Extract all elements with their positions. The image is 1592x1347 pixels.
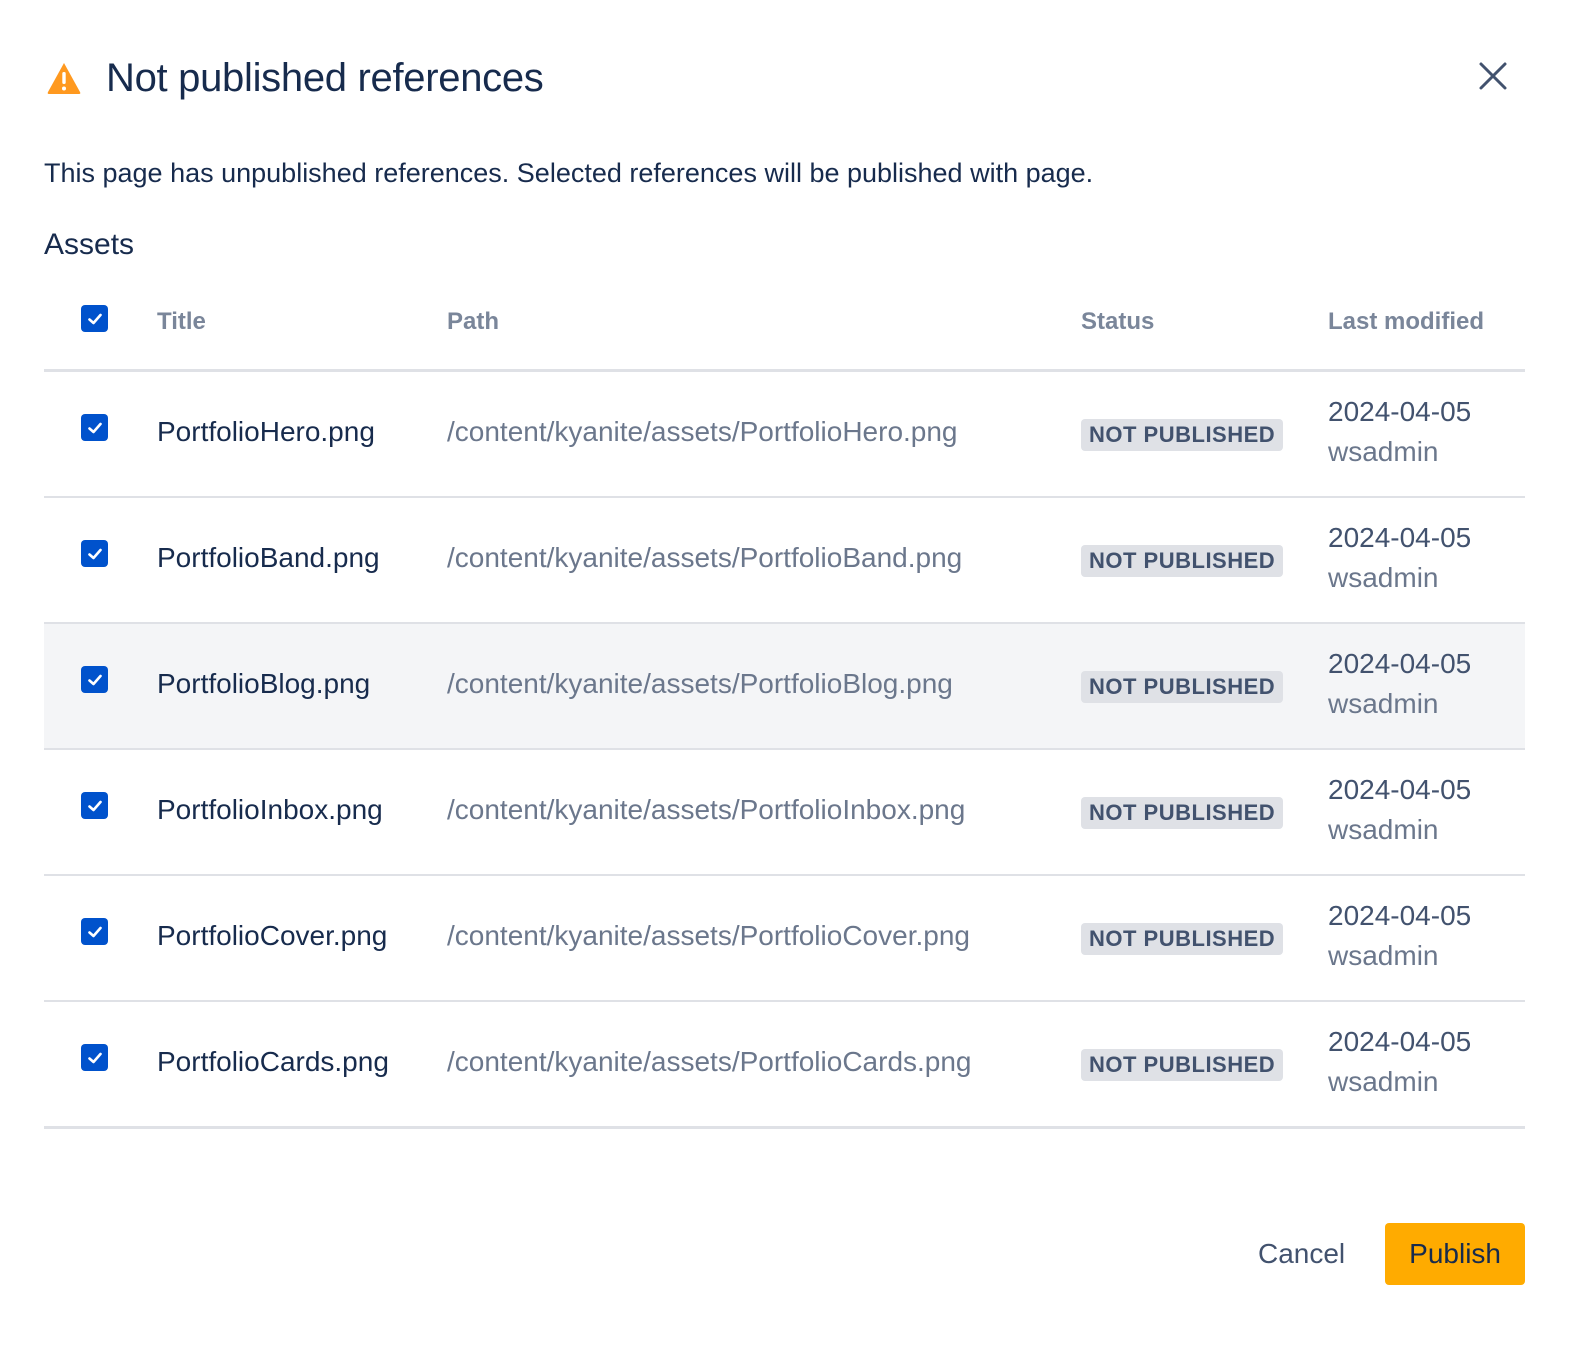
table-row[interactable]: PortfolioInbox.png /content/kyanite/asse… — [44, 750, 1525, 876]
dialog-header: Not published references — [44, 50, 544, 106]
warning-icon — [44, 58, 84, 98]
row-title: PortfolioHero.png — [157, 416, 375, 447]
table-row[interactable]: PortfolioBlog.png /content/kyanite/asset… — [44, 624, 1525, 750]
table-row[interactable]: PortfolioCards.png /content/kyanite/asse… — [44, 1002, 1525, 1129]
close-icon — [1478, 61, 1508, 96]
row-path: /content/kyanite/assets/PortfolioInbox.p… — [447, 794, 966, 825]
column-header-title[interactable]: Title — [157, 308, 206, 336]
row-checkbox[interactable] — [81, 918, 108, 945]
dialog-footer: Cancel Publish — [1238, 1223, 1525, 1285]
cancel-button[interactable]: Cancel — [1238, 1223, 1365, 1285]
check-icon — [87, 926, 102, 937]
check-icon — [87, 800, 102, 811]
check-icon — [87, 674, 102, 685]
row-path: /content/kyanite/assets/PortfolioCover.p… — [447, 920, 970, 951]
status-badge: NOT PUBLISHED — [1081, 419, 1284, 451]
check-icon — [87, 313, 102, 324]
status-badge: NOT PUBLISHED — [1081, 797, 1284, 829]
assets-section-title: Assets — [44, 228, 135, 261]
table-row[interactable]: PortfolioBand.png /content/kyanite/asset… — [44, 498, 1525, 624]
table-row[interactable]: PortfolioCover.png /content/kyanite/asse… — [44, 876, 1525, 1002]
row-modified-date: 2024-04-05 — [1328, 396, 1472, 427]
status-badge: NOT PUBLISHED — [1081, 671, 1284, 703]
row-path: /content/kyanite/assets/PortfolioCards.p… — [447, 1046, 972, 1077]
row-path: /content/kyanite/assets/PortfolioBlog.pn… — [447, 668, 953, 699]
row-modified-date: 2024-04-05 — [1328, 648, 1472, 679]
row-title: PortfolioBand.png — [157, 542, 380, 573]
row-modified-user: wsadmin — [1328, 814, 1439, 845]
table-header: Title Path Status Last modified — [44, 274, 1525, 372]
row-title: PortfolioCards.png — [157, 1046, 389, 1077]
column-header-status[interactable]: Status — [1081, 308, 1154, 336]
status-badge: NOT PUBLISHED — [1081, 545, 1284, 577]
row-title: PortfolioInbox.png — [157, 794, 383, 825]
check-icon — [87, 548, 102, 559]
row-checkbox[interactable] — [81, 414, 108, 441]
row-checkbox[interactable] — [81, 1044, 108, 1071]
row-path: /content/kyanite/assets/PortfolioHero.pn… — [447, 416, 958, 447]
row-checkbox[interactable] — [81, 666, 108, 693]
status-badge: NOT PUBLISHED — [1081, 1049, 1284, 1081]
row-checkbox[interactable] — [81, 540, 108, 567]
row-modified-date: 2024-04-05 — [1328, 1026, 1472, 1057]
row-path: /content/kyanite/assets/PortfolioBand.pn… — [447, 542, 963, 573]
table-row[interactable]: PortfolioHero.png /content/kyanite/asset… — [44, 372, 1525, 498]
status-badge: NOT PUBLISHED — [1081, 923, 1284, 955]
row-checkbox[interactable] — [81, 792, 108, 819]
column-header-last-modified[interactable]: Last modified — [1328, 308, 1484, 336]
close-button[interactable] — [1470, 55, 1516, 101]
check-icon — [87, 422, 102, 433]
publish-references-dialog: Not published references This page has u… — [0, 0, 1592, 1347]
select-all-checkbox[interactable] — [81, 305, 108, 332]
check-icon — [87, 1052, 102, 1063]
row-modified-user: wsadmin — [1328, 1066, 1439, 1097]
dialog-title: Not published references — [106, 55, 544, 100]
row-modified-user: wsadmin — [1328, 436, 1439, 467]
row-modified-user: wsadmin — [1328, 940, 1439, 971]
assets-table: Title Path Status Last modified Portfoli… — [44, 274, 1525, 1129]
dialog-description: This page has unpublished references. Se… — [44, 158, 1094, 188]
row-modified-date: 2024-04-05 — [1328, 900, 1472, 931]
row-modified-user: wsadmin — [1328, 688, 1439, 719]
row-title: PortfolioCover.png — [157, 920, 388, 951]
row-modified-date: 2024-04-05 — [1328, 522, 1472, 553]
publish-button[interactable]: Publish — [1385, 1223, 1525, 1285]
row-modified-date: 2024-04-05 — [1328, 774, 1472, 805]
column-header-path[interactable]: Path — [447, 308, 499, 336]
row-title: PortfolioBlog.png — [157, 668, 371, 699]
row-modified-user: wsadmin — [1328, 562, 1439, 593]
